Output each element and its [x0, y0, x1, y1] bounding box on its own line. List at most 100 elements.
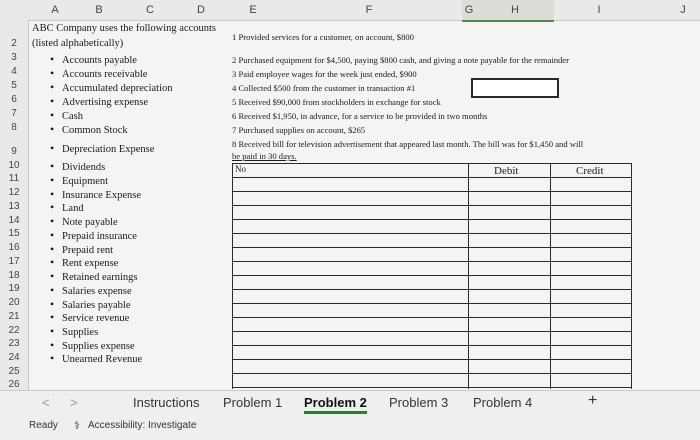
account-name: Equipment — [62, 176, 109, 187]
intro-line-1: ABC Company uses the following accounts — [32, 23, 217, 34]
accessibility-status[interactable]: Accessibility: Investigate — [88, 420, 196, 431]
list-item: • Advertising expense — [50, 94, 149, 109]
transaction-8-continued: be paid in 30 days. — [232, 151, 297, 161]
row-number[interactable]: 13 — [0, 201, 28, 212]
column-header-c[interactable]: C — [130, 0, 170, 20]
transaction-7: 7 Purchased supplies on account, $265 — [232, 125, 366, 135]
row-number[interactable]: 7 — [0, 108, 28, 119]
tab-problem-2[interactable]: Problem 2 — [304, 395, 367, 414]
column-header-i[interactable]: I — [584, 0, 614, 20]
transaction-4: 4 Collected $500 from the customer in tr… — [232, 83, 416, 93]
answer-input-box[interactable] — [471, 78, 559, 98]
account-name: Dividends — [62, 162, 106, 173]
account-name: Accounts receivable — [62, 69, 148, 80]
row-number[interactable]: 5 — [0, 80, 28, 91]
row-number[interactable]: 3 — [0, 52, 28, 63]
column-header-h[interactable]: H — [500, 0, 530, 20]
row-number[interactable]: 4 — [0, 66, 28, 77]
row-number[interactable]: 23 — [0, 338, 28, 349]
account-name: Accumulated depreciation — [62, 83, 173, 94]
row-number[interactable]: 11 — [0, 173, 28, 184]
account-name: Cash — [62, 111, 83, 122]
column-header-bar: A B C D E F G H I J — [0, 0, 700, 22]
row-number[interactable]: 16 — [0, 242, 28, 253]
journal-debit-header: Debit — [494, 165, 519, 177]
bullet-icon: • — [50, 269, 55, 283]
row-number[interactable]: 24 — [0, 352, 28, 363]
list-item: • Accounts payable — [50, 52, 137, 67]
column-header-a[interactable]: A — [40, 0, 70, 20]
row-number[interactable]: 21 — [0, 311, 28, 322]
bullet-icon: • — [50, 214, 55, 228]
row-number[interactable]: 15 — [0, 228, 28, 239]
list-item: • Accumulated depreciation — [50, 80, 173, 95]
bullet-icon: • — [50, 324, 55, 338]
list-item: • Retained earnings — [50, 269, 138, 284]
tab-scroll-left[interactable]: < — [42, 395, 50, 410]
column-header-e[interactable]: E — [238, 0, 268, 20]
list-item: • Accounts receivable — [50, 66, 148, 81]
row-number[interactable]: 8 — [0, 122, 28, 133]
status-ready: Ready — [29, 420, 58, 431]
bullet-icon: • — [50, 255, 55, 269]
account-name: Supplies — [62, 327, 99, 338]
row-number[interactable]: 9 — [0, 146, 28, 157]
row-number[interactable]: 26 — [0, 379, 28, 390]
add-sheet-button[interactable]: + — [588, 392, 597, 410]
list-item: • Common Stock — [50, 122, 128, 137]
row-header-bar: 2 3 4 5 6 7 8 9 10 11 12 13 14 15 16 17 … — [0, 20, 29, 390]
transaction-2: 2 Purchased equipment for $4,500, paying… — [232, 55, 569, 65]
list-item: • Dividends — [50, 159, 106, 174]
bullet-icon: • — [50, 173, 55, 187]
list-item: • Prepaid insurance — [50, 228, 137, 243]
account-name: Rent expense — [62, 258, 119, 269]
tab-scroll-right[interactable]: > — [70, 395, 78, 410]
row-number[interactable]: 17 — [0, 256, 28, 267]
account-name: Note payable — [62, 217, 118, 228]
column-header-f[interactable]: F — [354, 0, 384, 20]
bullet-icon: • — [50, 94, 55, 108]
transaction-3: 3 Paid employee wages for the week just … — [232, 69, 417, 79]
tab-problem-1[interactable]: Problem 1 — [223, 395, 282, 410]
accessibility-icon[interactable]: ⚕ — [74, 419, 80, 432]
account-name: Depreciation Expense — [62, 144, 155, 155]
bullet-icon: • — [50, 80, 55, 94]
row-number[interactable]: 14 — [0, 215, 28, 226]
row-number[interactable]: 25 — [0, 366, 28, 377]
bullet-icon: • — [50, 310, 55, 324]
row-number[interactable]: 18 — [0, 270, 28, 281]
row-number[interactable]: 19 — [0, 283, 28, 294]
bullet-icon: • — [50, 351, 55, 365]
tab-problem-4[interactable]: Problem 4 — [473, 395, 532, 410]
transaction-1: 1 Provided services for a customer, on a… — [232, 32, 414, 42]
account-name: Common Stock — [62, 125, 128, 136]
row-number[interactable]: 22 — [0, 325, 28, 336]
account-name: Advertising expense — [62, 97, 149, 108]
row-number[interactable]: 10 — [0, 160, 28, 171]
row-number[interactable]: 2 — [0, 38, 28, 49]
list-item: • Depreciation Expense — [50, 141, 155, 156]
bullet-icon: • — [50, 141, 55, 155]
row-number[interactable]: 6 — [0, 94, 28, 105]
bullet-icon: • — [50, 122, 55, 136]
list-item: • Land — [50, 200, 84, 215]
list-item: • Rent expense — [50, 255, 119, 270]
column-header-g[interactable]: G — [454, 0, 484, 20]
list-item: • Cash — [50, 108, 83, 123]
tab-problem-3[interactable]: Problem 3 — [389, 395, 448, 410]
column-header-j[interactable]: J — [668, 0, 698, 20]
account-name: Accounts payable — [62, 55, 137, 66]
column-header-b[interactable]: B — [84, 0, 114, 20]
column-header-d[interactable]: D — [186, 0, 216, 20]
list-item: • Supplies — [50, 324, 99, 339]
tab-instructions[interactable]: Instructions — [133, 395, 199, 410]
account-name: Retained earnings — [62, 272, 138, 283]
bullet-icon: • — [50, 283, 55, 297]
row-number[interactable]: 12 — [0, 187, 28, 198]
account-name: Salaries expense — [62, 286, 132, 297]
bullet-icon: • — [50, 200, 55, 214]
list-item: • Note payable — [50, 214, 118, 229]
list-item: • Equipment — [50, 173, 109, 188]
row-number[interactable]: 20 — [0, 297, 28, 308]
bullet-icon: • — [50, 52, 55, 66]
